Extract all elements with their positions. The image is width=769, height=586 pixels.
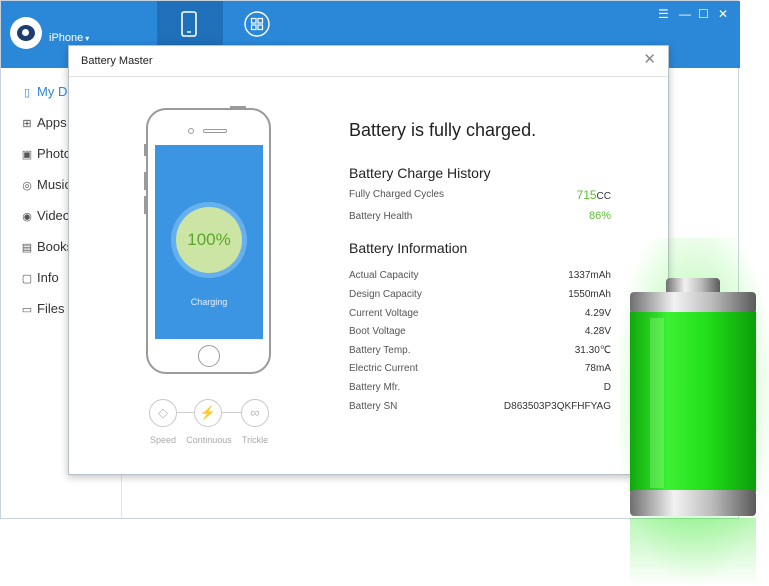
info-row-label: Battery Temp. [349,345,411,356]
phone-camera [188,128,194,134]
info-row-label: Electric Current [349,363,418,374]
battery-full-icon [620,238,769,586]
folder-icon: ▭ [21,304,33,316]
device-selector[interactable]: iPhone ▾ [49,32,89,44]
info-icon: ▢ [21,273,33,285]
app-logo [10,17,42,49]
sidebar-item-label: Files [37,301,65,316]
info-row-label: Design Capacity [349,289,422,300]
info-row-value: 1550mAh [568,289,611,300]
close-icon[interactable]: ✕ [718,7,728,21]
mode-label-trickle: Trickle [241,435,269,445]
phone-icon [181,11,197,37]
tab-device[interactable] [157,1,223,46]
phone-volume-down [144,196,147,214]
book-icon: ▤ [21,242,33,254]
info-row-label: Boot Voltage [349,326,406,337]
music-icon: ◎ [22,180,32,192]
phone-power-button [230,106,246,109]
health-value: 86% [588,210,611,222]
charge-ring: 100% [171,202,247,278]
tab-apps[interactable] [223,1,289,46]
info-row-value: 31.30℃ [574,345,611,356]
photo-icon: ▣ [21,149,33,161]
sidebar-item-label: Info [37,270,59,285]
menu-icon[interactable]: ☰ [658,7,669,21]
info-row-label: Battery SN [349,401,398,412]
info-row-value: 4.28V [584,326,611,337]
continuous-charge-icon[interactable]: ⚡ [194,399,222,427]
dialog-divider [69,76,668,77]
battery-status-headline: Battery is fully charged. [349,120,537,140]
cycles-number: 715 [576,188,597,202]
dialog-close-icon[interactable]: ✕ [643,52,656,68]
maximize-icon[interactable]: ☐ [698,7,709,21]
dialog-title: Battery Master [81,55,153,67]
phone-icon: ▯ [23,87,31,99]
apps-grid-icon [244,11,270,37]
phone-volume-up [144,172,147,190]
sidebar-item-label: Music [37,177,71,192]
charge-percent: 100% [176,207,242,273]
health-label: Battery Health [349,211,413,222]
info-row-value: 78mA [584,363,611,374]
speed-charge-icon[interactable]: ◇ [149,399,177,427]
phone-mute-switch [144,144,147,156]
phone-illustration: 100% Charging [144,106,271,374]
phone-home-button [198,345,220,367]
info-row-label: Current Voltage [349,308,419,319]
charge-history-title: Battery Charge History [349,165,491,181]
cycles-label: Fully Charged Cycles [349,189,445,200]
device-name: iPhone [49,32,84,44]
charge-status: Charging [190,297,228,307]
phone-screen: 100% Charging [155,145,263,339]
trickle-charge-icon[interactable]: ∞ [241,399,269,427]
info-row-value: 4.29V [584,308,611,319]
battery-master-dialog: Battery Master ✕ 100% Charging ◇ ⚡ ∞ Spe… [68,45,669,475]
info-row-label: Actual Capacity [349,270,419,281]
cycles-value: 715CC [577,188,611,202]
info-row-value: D863503P3QKFHFYAG [503,401,611,412]
info-row-value: D [603,382,611,393]
cycles-unit: CC [596,191,611,202]
video-icon: ◉ [22,211,32,223]
chevron-down-icon: ▾ [85,34,90,43]
info-row-value: 1337mAh [568,270,611,281]
sidebar-item-label: Apps [37,115,67,130]
apps-icon: ⊞ [22,118,32,130]
phone-speaker [203,129,227,133]
battery-info-title: Battery Information [349,240,468,256]
info-row-label: Battery Mfr. [349,382,401,393]
minimize-icon[interactable]: — [679,7,691,21]
